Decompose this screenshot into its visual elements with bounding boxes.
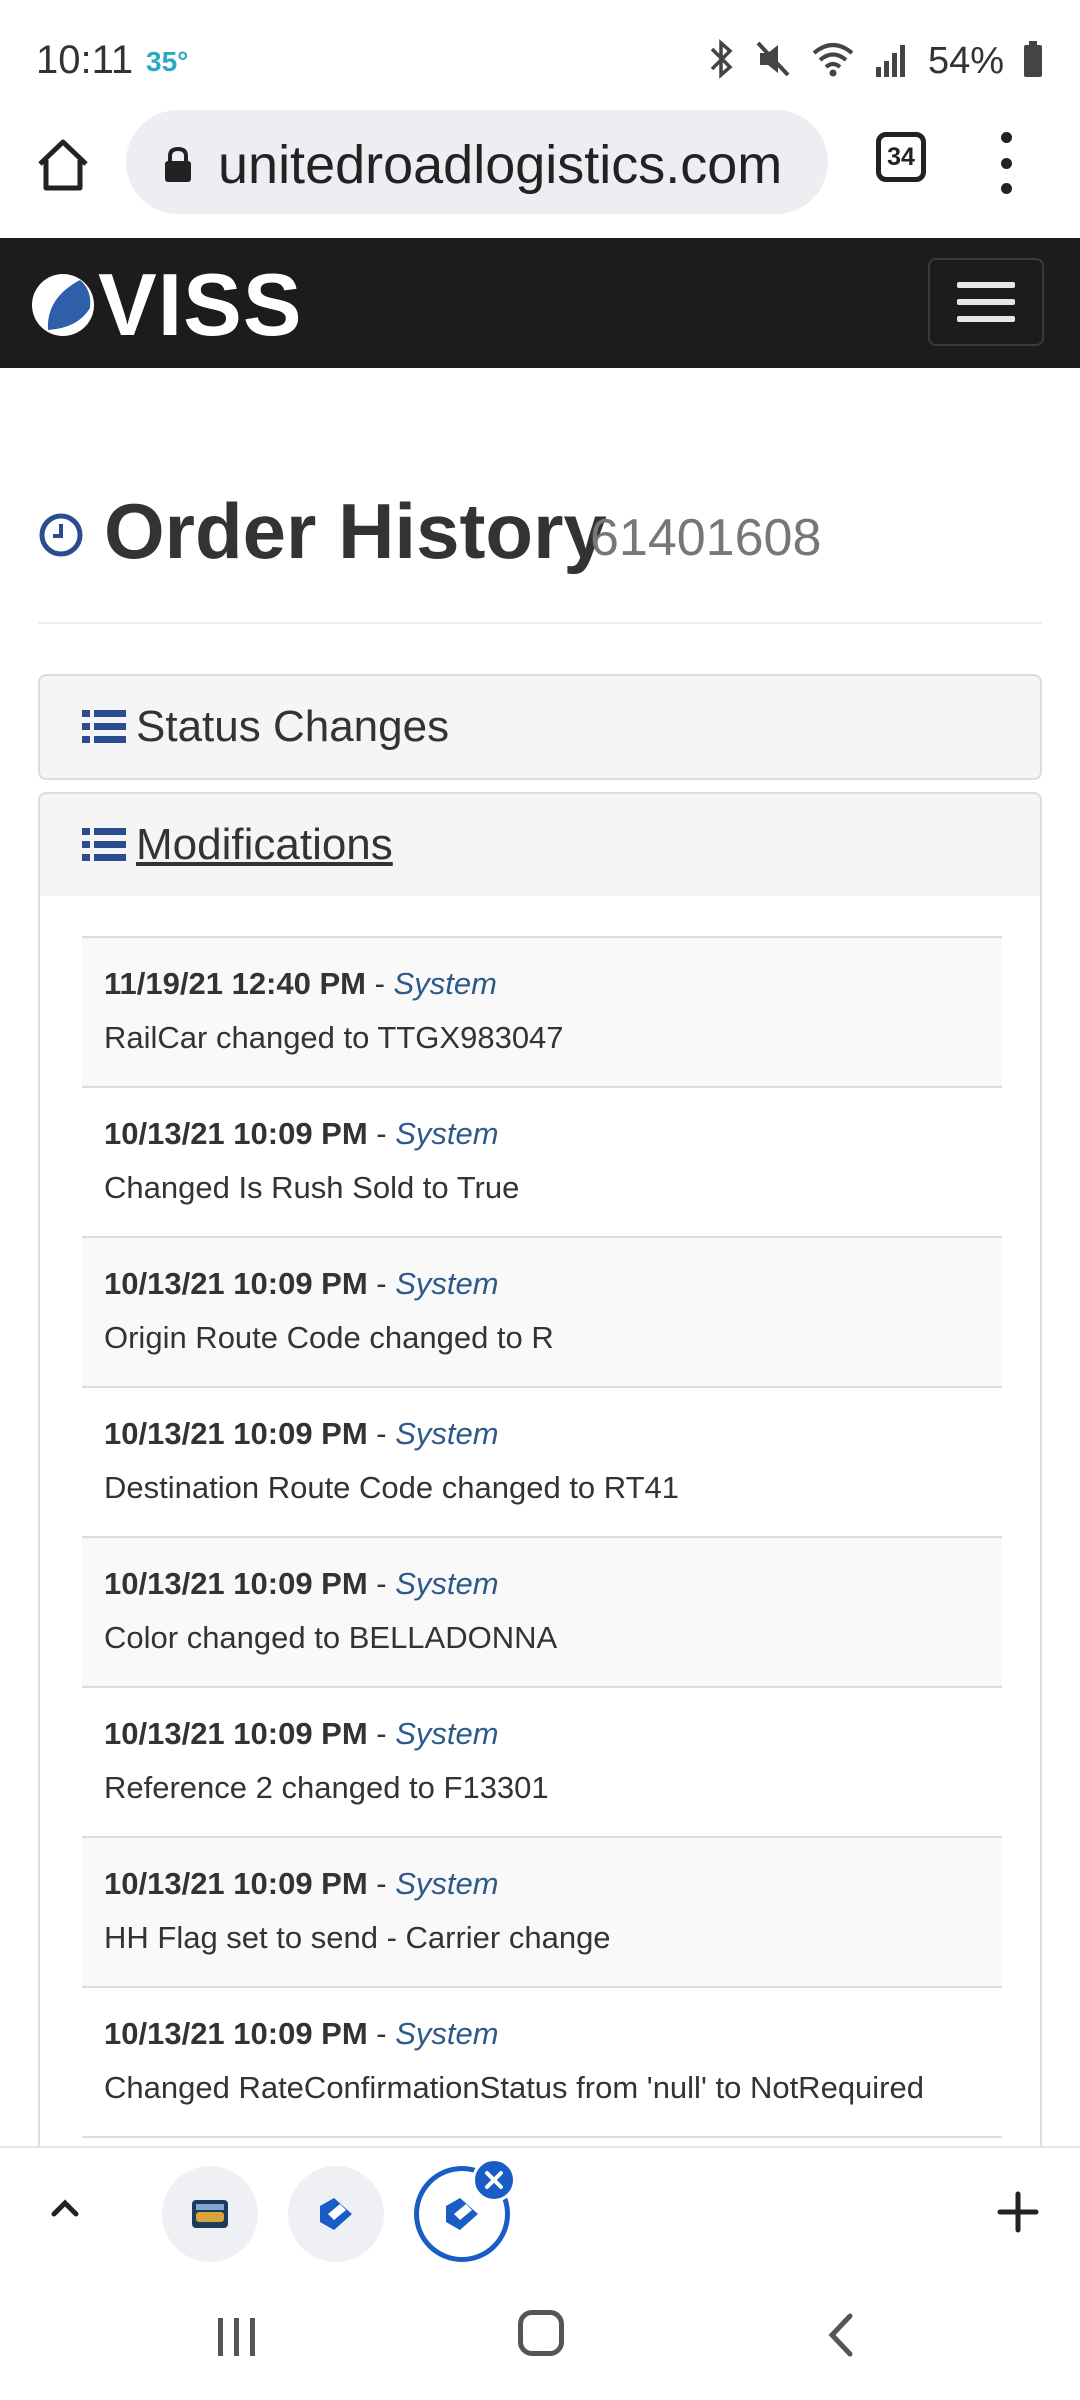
- mod-description: Destination Route Code changed to RT41: [104, 1470, 680, 1505]
- mod-date: 10/13/21 10:09 PM: [104, 1416, 368, 1451]
- mod-separator: -: [367, 1416, 396, 1451]
- mod-description: Color changed to BELLADONNA: [104, 1620, 558, 1655]
- battery-percent: 54%: [927, 39, 1004, 82]
- tab-thumbnail-2[interactable]: [288, 2166, 384, 2262]
- mod-user: System: [393, 966, 497, 1001]
- mod-user: System: [395, 1566, 499, 1601]
- tab-thumbnail-icon: [192, 2200, 228, 2228]
- mod-description: Origin Route Code changed to R: [104, 1320, 554, 1355]
- close-tab-button[interactable]: [472, 2158, 516, 2202]
- tab-strip: [0, 2146, 1080, 2274]
- list-item: 10/13/21 10:09 PM - System Changed RateC…: [82, 1988, 1002, 2138]
- list-icon: [82, 828, 126, 861]
- tab-thumbnail-icon: [320, 2198, 352, 2230]
- mod-separator: -: [365, 966, 394, 1001]
- home-icon: [38, 139, 88, 191]
- lock-icon: [165, 146, 191, 182]
- mod-description: HH Flag set to send - Carrier change: [104, 1920, 611, 1955]
- status-icons: 54%: [706, 36, 1044, 86]
- mod-date: 10/13/21 10:09 PM: [104, 1716, 368, 1751]
- browser-home-button[interactable]: [30, 132, 96, 198]
- battery-icon: [1022, 39, 1044, 84]
- mod-user: System: [395, 2016, 499, 2051]
- list-item: 10/13/21 10:09 PM - System Origin Route …: [82, 1238, 1002, 1388]
- logo-text: VISS: [98, 255, 303, 354]
- list-icon: [82, 710, 126, 743]
- bluetooth-icon: [706, 38, 736, 84]
- mod-separator: -: [367, 2016, 396, 2051]
- mod-date: 10/13/21 10:09 PM: [104, 1866, 368, 1901]
- home-icon[interactable]: [518, 2310, 564, 2356]
- list-item: 10/13/21 10:09 PM - System Changed Is Ru…: [82, 1088, 1002, 1238]
- address-bar[interactable]: unitedroadlogistics.com: [126, 110, 828, 214]
- url-text: unitedroadlogistics.com: [218, 135, 783, 195]
- browser-toolbar: unitedroadlogistics.com 34: [0, 110, 1080, 238]
- mod-separator: -: [367, 1866, 396, 1901]
- tab-thumbnail-icon: [446, 2198, 478, 2230]
- mod-user: System: [395, 1866, 499, 1901]
- recents-icon[interactable]: [210, 2314, 264, 2360]
- page-title: Order History: [104, 487, 607, 575]
- order-number: 61401608: [590, 509, 822, 567]
- mod-user: System: [395, 1416, 499, 1451]
- mute-icon: [754, 39, 792, 84]
- mod-description: Changed RateConfirmationStatus from 'nul…: [104, 2070, 924, 2105]
- list-item: 10/13/21 10:09 PM - System HH Flag set t…: [82, 1838, 1002, 1988]
- status-changes-panel[interactable]: Status Changes: [38, 674, 1042, 780]
- mod-date: 10/13/21 10:09 PM: [104, 1116, 368, 1151]
- tab-thumbnail-1[interactable]: [162, 2166, 258, 2262]
- status-changes-title: Status Changes: [136, 702, 450, 751]
- mod-separator: -: [367, 1716, 396, 1751]
- list-item: 10/13/21 10:09 PM - System Color changed…: [82, 1538, 1002, 1688]
- android-navigation-bar: [0, 2274, 1080, 2400]
- mod-date: 11/19/21 12:40 PM: [104, 966, 366, 1001]
- modifications-panel-body: 11/19/21 12:40 PM - System RailCar chang…: [38, 896, 1042, 2156]
- mod-separator: -: [367, 1116, 396, 1151]
- close-icon: [485, 2171, 503, 2189]
- mod-separator: -: [367, 1566, 396, 1601]
- status-bar: 10:11 35° 54%: [0, 0, 1080, 110]
- mod-user: System: [395, 1116, 499, 1151]
- list-item: 10/13/21 10:09 PM - System Destination R…: [82, 1388, 1002, 1538]
- site-navbar: VISS: [0, 238, 1080, 368]
- status-time: 10:11: [36, 38, 134, 82]
- mod-date: 10/13/21 10:09 PM: [104, 2016, 368, 2051]
- tab-switcher-button[interactable]: 34: [876, 132, 926, 182]
- mod-separator: -: [367, 1266, 396, 1301]
- modifications-panel-heading[interactable]: Modifications: [38, 792, 1042, 898]
- status-temperature: 35°: [146, 46, 189, 77]
- more-vert-icon[interactable]: [990, 132, 1022, 194]
- mod-description: RailCar changed to TTGX983047: [104, 1020, 564, 1055]
- plus-icon[interactable]: [990, 2184, 1046, 2240]
- hamburger-menu-button[interactable]: [928, 258, 1044, 346]
- mod-user: System: [395, 1716, 499, 1751]
- modifications-list: 11/19/21 12:40 PM - System RailCar chang…: [82, 936, 1002, 2138]
- mod-description: Changed Is Rush Sold to True: [104, 1170, 520, 1205]
- list-item: 11/19/21 12:40 PM - System RailCar chang…: [82, 938, 1002, 1088]
- mod-date: 10/13/21 10:09 PM: [104, 1266, 368, 1301]
- back-icon[interactable]: [822, 2310, 862, 2360]
- signal-icon: [874, 39, 910, 84]
- mod-date: 10/13/21 10:09 PM: [104, 1566, 368, 1601]
- viss-logo[interactable]: VISS: [28, 255, 303, 354]
- chevron-up-icon[interactable]: [40, 2184, 90, 2234]
- mod-user: System: [395, 1266, 499, 1301]
- mod-description: Reference 2 changed to F13301: [104, 1770, 549, 1805]
- wifi-icon: [810, 39, 856, 84]
- list-item: 10/13/21 10:09 PM - System Reference 2 c…: [82, 1688, 1002, 1838]
- modifications-title[interactable]: Modifications: [136, 820, 393, 870]
- clock-icon: [39, 513, 83, 557]
- page-header: Order History 61401608: [38, 478, 1042, 624]
